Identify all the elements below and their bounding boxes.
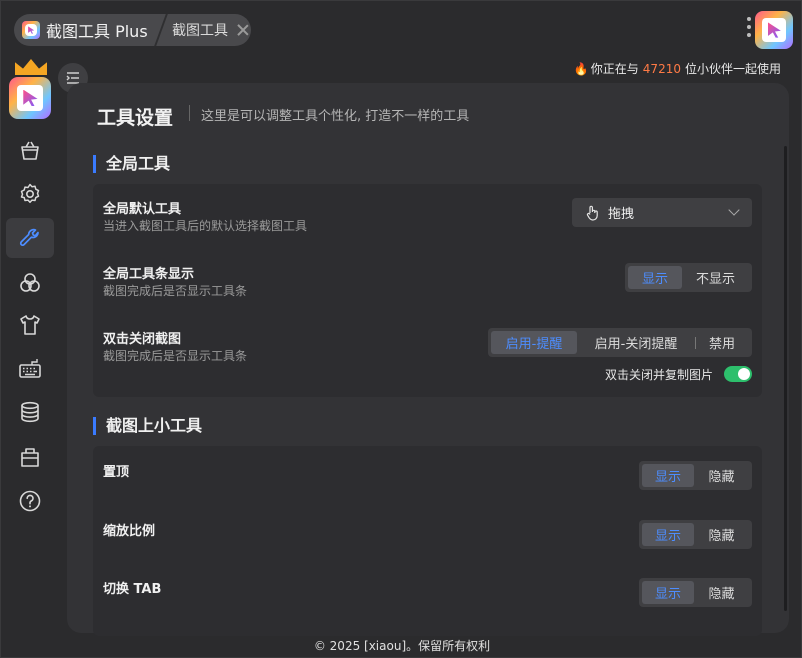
- sidebar-item-help[interactable]: [6, 481, 54, 521]
- zoom-option-show[interactable]: 显示: [642, 523, 694, 546]
- copy-on-close-toggle[interactable]: [724, 366, 752, 382]
- toolbar-display-segmented: 显示 不显示: [625, 263, 752, 292]
- title-divider: [189, 105, 190, 121]
- keyboard-icon: [19, 359, 41, 378]
- zoom-row-title: 缩放比例: [103, 524, 156, 539]
- scrollbar[interactable]: [784, 146, 787, 611]
- app-avatar-icon[interactable]: [9, 77, 51, 119]
- crown-icon: [15, 59, 47, 75]
- default-tool-title: 全局默认工具: [103, 202, 182, 217]
- pin-option-hide[interactable]: 隐藏: [694, 464, 749, 487]
- page-title: 工具设置: [97, 107, 174, 129]
- gear-icon: [20, 183, 40, 204]
- database-icon: [21, 401, 39, 423]
- sidebar-item-store[interactable]: [6, 131, 54, 171]
- users-count: 47210: [642, 62, 681, 76]
- tab-screenshot-tool-label: 截图工具: [172, 23, 228, 39]
- zoom-segmented: 显示 隐藏: [639, 520, 752, 549]
- toolbar-display-option-show[interactable]: 显示: [628, 266, 682, 289]
- users-suffix: 位小伙伴一起使用: [684, 62, 781, 76]
- flame-icon: 🔥: [573, 62, 589, 76]
- tab-screenshot-tool[interactable]: 截图工具: [166, 14, 250, 46]
- double-click-close-segmented: 启用-提醒 启用-关闭提醒 禁用: [488, 328, 752, 357]
- toolbar-display-title: 全局工具条显示: [103, 267, 195, 282]
- sidebar-item-skin[interactable]: [6, 305, 54, 345]
- app-logo-icon: [22, 21, 40, 39]
- default-tool-value: 拖拽: [608, 207, 635, 222]
- zoom-option-hide[interactable]: 隐藏: [694, 523, 749, 546]
- close-icon[interactable]: [236, 23, 250, 37]
- double-click-option-enable-remind[interactable]: 启用-提醒: [491, 331, 577, 354]
- title-bar: 截图工具 Plus 截图工具: [1, 1, 802, 59]
- shopping-bag-icon: [21, 141, 39, 160]
- tab-app-main[interactable]: 截图工具 Plus: [14, 14, 156, 46]
- users-prefix: 你正在与: [590, 62, 639, 76]
- double-click-option-enable-no-remind[interactable]: 启用-关闭提醒: [577, 331, 695, 354]
- double-click-close-desc: 截图完成后是否显示工具条: [103, 349, 248, 363]
- help-icon: [19, 490, 41, 512]
- sidebar-item-theme[interactable]: [6, 263, 54, 303]
- page-subtitle: 这里是可以调整工具个性化, 打造不一样的工具: [201, 109, 470, 124]
- pin-segmented: 显示 隐藏: [639, 461, 752, 490]
- wrench-icon: [19, 228, 39, 246]
- app-logo-top-right-icon[interactable]: [755, 11, 793, 49]
- tab-strip: 截图工具 Plus 截图工具: [14, 14, 251, 46]
- switch-tab-row-title: 切换 TAB: [103, 582, 162, 597]
- copy-on-close-label: 双击关闭并复制图片: [605, 368, 714, 382]
- sidebar-item-storage[interactable]: [6, 392, 54, 432]
- default-tool-select[interactable]: 拖拽: [572, 198, 752, 227]
- color-circles-icon: [20, 273, 40, 292]
- section-heading-mini-tools: 截图上小工具: [93, 417, 202, 435]
- toolbar-display-desc: 截图完成后是否显示工具条: [103, 284, 248, 298]
- switch-tab-segmented: 显示 隐藏: [639, 578, 752, 607]
- sidebar-item-shortcuts[interactable]: [6, 349, 54, 389]
- chevron-down-icon: [728, 204, 740, 216]
- tshirt-icon: [20, 315, 40, 335]
- sidebar-item-toolbox[interactable]: [6, 437, 54, 477]
- switch-tab-option-hide[interactable]: 隐藏: [694, 581, 749, 604]
- active-users-banner: 🔥 你正在与 47210 位小伙伴一起使用: [574, 60, 781, 77]
- briefcase-icon: [21, 448, 39, 467]
- more-menu-icon[interactable]: [746, 17, 752, 41]
- tab-app-main-label: 截图工具 Plus: [46, 22, 148, 41]
- default-tool-desc: 当进入截图工具后的默认选择截图工具: [103, 219, 308, 233]
- sidebar-item-settings[interactable]: [6, 174, 54, 214]
- toolbar-display-option-hide[interactable]: 不显示: [682, 266, 749, 289]
- double-click-close-title: 双击关闭截图: [103, 332, 182, 347]
- double-click-option-disable[interactable]: 禁用: [695, 331, 749, 354]
- footer-copyright: © 2025 [xiaou]。保留所有权利: [313, 639, 491, 653]
- sidebar-item-tools[interactable]: [6, 218, 54, 258]
- section-heading-global-tools: 全局工具: [93, 155, 170, 173]
- hand-pointer-icon: [586, 205, 598, 221]
- switch-tab-option-show[interactable]: 显示: [642, 581, 694, 604]
- pin-option-show[interactable]: 显示: [642, 464, 694, 487]
- pin-row-title: 置顶: [103, 465, 130, 480]
